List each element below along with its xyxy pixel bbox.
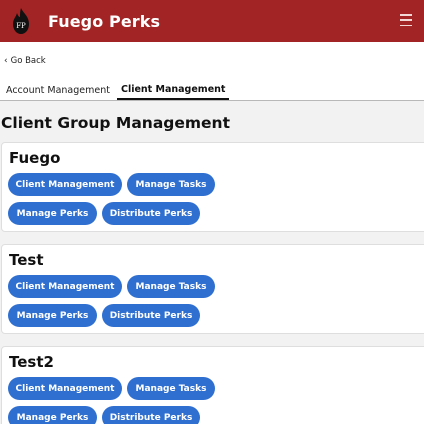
manage-perks-button[interactable]: Manage Perks — [8, 202, 97, 225]
manage-tasks-button[interactable]: Manage Tasks — [127, 173, 215, 196]
go-back-link[interactable]: ‹ Go Back — [0, 42, 424, 79]
client-management-button[interactable]: Client Management — [8, 377, 122, 400]
client-management-button[interactable]: Client Management — [8, 173, 122, 196]
svg-text:FP: FP — [16, 22, 26, 30]
tab-bar: Account Management Client Management — [0, 79, 424, 101]
tab-account-management[interactable]: Account Management — [6, 85, 110, 100]
group-name: Test — [9, 251, 44, 269]
distribute-perks-button[interactable]: Distribute Perks — [102, 406, 200, 424]
tab-client-management[interactable]: Client Management — [116, 84, 230, 100]
group-card-test: Test Client Management Manage Tasks Mana… — [1, 244, 424, 334]
sub-navigation: ‹ Go Back Account Management Client Mana… — [0, 42, 424, 101]
hamburger-icon[interactable] — [400, 14, 412, 26]
chevron-left-icon: ‹ — [4, 55, 8, 66]
flame-icon: FP — [13, 8, 29, 34]
app-header: FP Fuego Perks — [0, 0, 424, 42]
group-name: Fuego — [9, 149, 61, 167]
page-title: Client Group Management — [1, 114, 230, 132]
distribute-perks-button[interactable]: Distribute Perks — [102, 202, 200, 225]
manage-perks-button[interactable]: Manage Perks — [8, 304, 97, 327]
distribute-perks-button[interactable]: Distribute Perks — [102, 304, 200, 327]
group-name: Test2 — [9, 353, 54, 371]
client-management-button[interactable]: Client Management — [8, 275, 122, 298]
app-title: Fuego Perks — [48, 11, 161, 31]
manage-perks-button[interactable]: Manage Perks — [8, 406, 97, 424]
go-back-label: Go Back — [10, 55, 46, 66]
manage-tasks-button[interactable]: Manage Tasks — [127, 275, 215, 298]
fuego-perks-logo[interactable]: FP — [8, 7, 34, 35]
manage-tasks-button[interactable]: Manage Tasks — [127, 377, 215, 400]
group-card-fuego: Fuego Client Management Manage Tasks Man… — [1, 142, 424, 232]
group-card-test2: Test2 Client Management Manage Tasks Man… — [1, 346, 424, 424]
